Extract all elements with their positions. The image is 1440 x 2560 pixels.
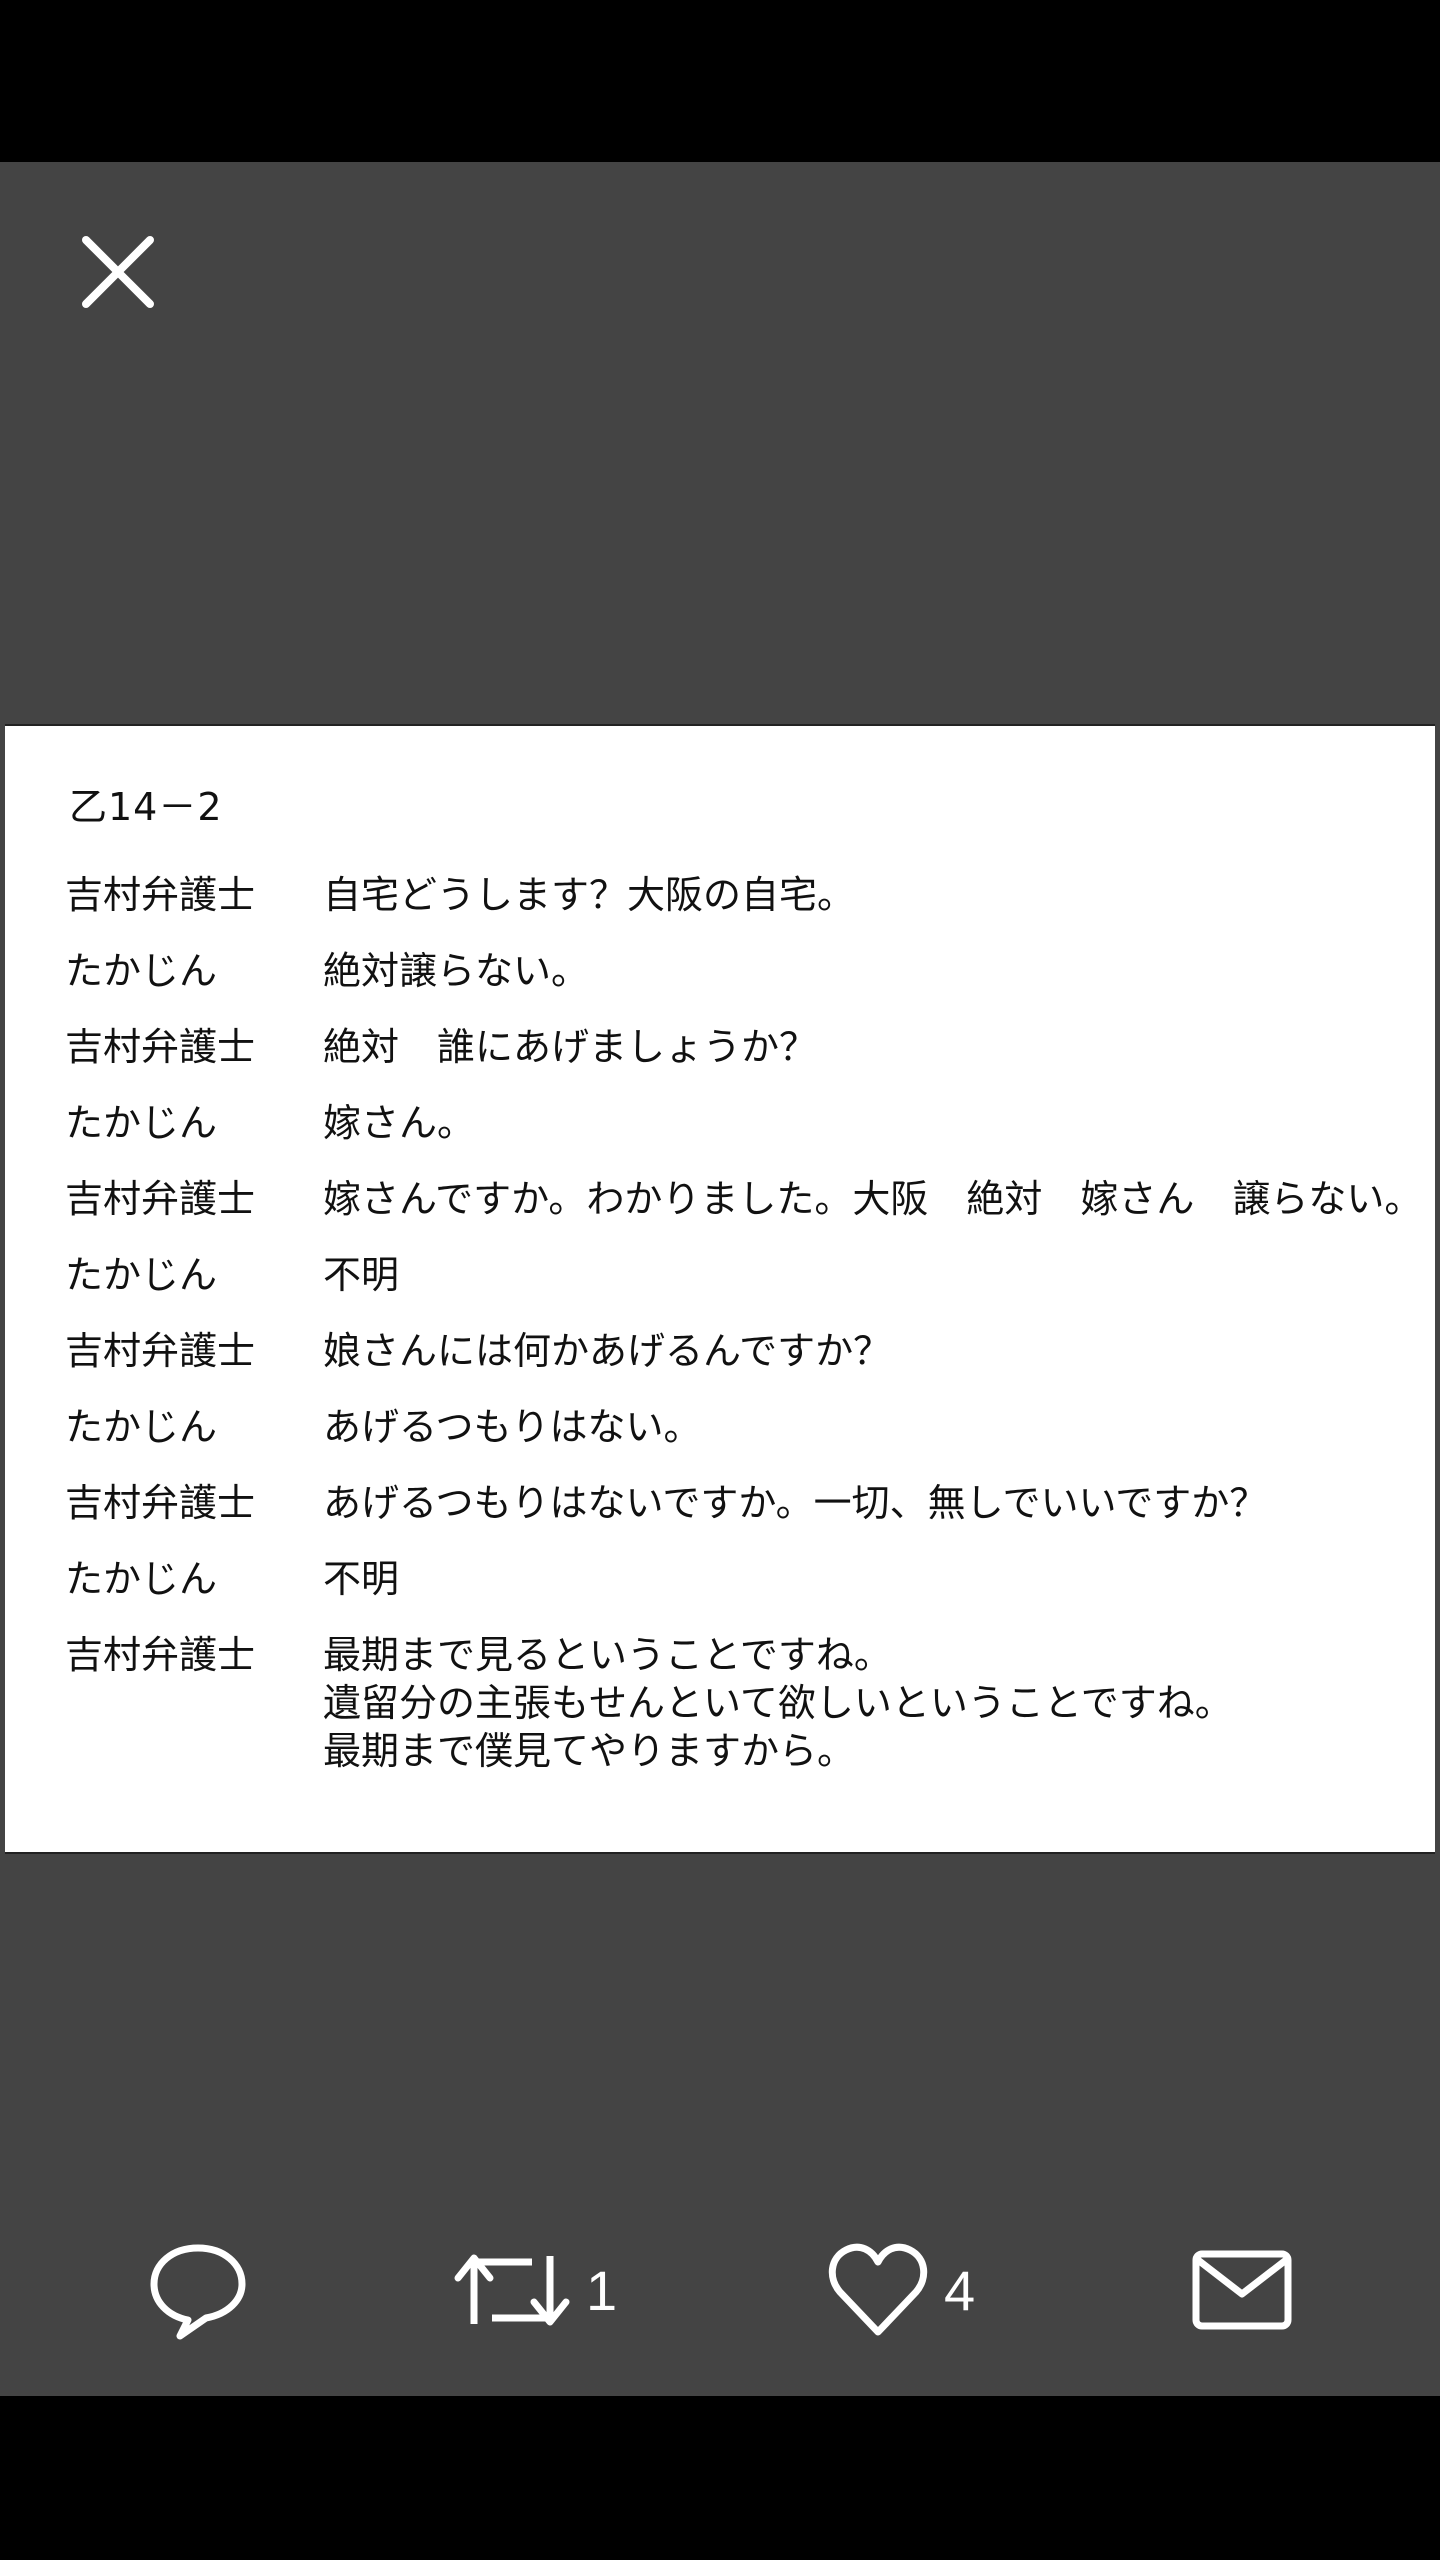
- transcript-row: たかじん 不明: [65, 1555, 1405, 1603]
- utterance: 不明: [323, 1555, 399, 1603]
- speaker-name: 吉村弁護士: [65, 1633, 256, 1677]
- like-button[interactable]: 4: [826, 2240, 975, 2340]
- navigation-bar: [0, 2396, 1440, 2560]
- speaker-name: 吉村弁護士: [65, 1329, 256, 1373]
- like-count: 4: [944, 2258, 976, 2322]
- speaker-name: たかじん: [65, 949, 218, 993]
- status-bar: [0, 0, 1440, 162]
- utterance-line: 最期まで見るということですね。: [323, 1633, 892, 1677]
- retweet-count: 1: [586, 2258, 618, 2322]
- utterance-line: 遺留分の主張もせんといて欲しいということですね。: [323, 1681, 1233, 1725]
- heart-icon: [828, 2243, 928, 2336]
- retweet-button[interactable]: 1: [452, 2240, 617, 2340]
- speaker-name: たかじん: [65, 1405, 218, 1449]
- utterance-line: 不明: [323, 1557, 400, 1601]
- transcript-row: たかじん 嫁さん。: [65, 1099, 1405, 1147]
- speaker-name: たかじん: [65, 1101, 218, 1145]
- utterance: 娘さんには何かあげるんですか？: [323, 1327, 891, 1375]
- close-button[interactable]: [68, 222, 168, 322]
- transcript-row: 吉村弁護士 絶対 誰にあげましょうか？: [65, 1023, 1405, 1071]
- action-bar: 1 4: [0, 2240, 1440, 2340]
- message-button[interactable]: [1190, 2240, 1308, 2340]
- utterance: 絶対譲らない。: [323, 947, 589, 995]
- utterance-line: 不明: [323, 1253, 400, 1297]
- document-title: 乙14－2: [69, 785, 223, 829]
- speaker-name: 吉村弁護士: [65, 1025, 256, 1069]
- transcript-row: 吉村弁護士 嫁さんですか。わかりました。大阪 絶対 嫁さん 譲らない。: [65, 1175, 1422, 1223]
- utterance-line: 絶対 誰にあげましょうか？: [323, 1025, 818, 1069]
- utterance: 絶対 誰にあげましょうか？: [323, 1023, 817, 1071]
- mail-icon: [1192, 2250, 1292, 2330]
- speaker-name: 吉村弁護士: [65, 1177, 256, 1221]
- speaker-name: たかじん: [65, 1557, 218, 1601]
- utterance-line: 絶対譲らない。: [323, 949, 590, 993]
- speaker-name: 吉村弁護士: [65, 1481, 256, 1525]
- transcript-row: たかじん あげるつもりはない。: [65, 1403, 1405, 1451]
- transcript-row: たかじん 不明: [65, 1251, 1405, 1299]
- utterance: 嫁さんですか。わかりました。大阪 絶対 嫁さん 譲らない。: [323, 1175, 1422, 1223]
- utterance-line: 自宅どうします？大阪の自宅。: [323, 873, 856, 917]
- utterance: 不明: [323, 1251, 399, 1299]
- speaker-name: たかじん: [65, 1253, 218, 1297]
- utterance: 嫁さん。: [323, 1099, 475, 1147]
- utterance-line: 嫁さん。: [323, 1101, 476, 1145]
- document-image[interactable]: 乙14－2 吉村弁護士 自宅どうします？大阪の自宅。 たかじん 絶対譲らない。 吉村弁護…: [5, 724, 1435, 1854]
- utterance-line: 嫁さんですか。わかりました。大阪 絶対 嫁さん 譲らない。: [323, 1177, 1423, 1221]
- reply-icon: [150, 2244, 246, 2340]
- utterance-line: 最期まで僕見てやりますから。: [323, 1729, 856, 1773]
- transcript: 吉村弁護士 自宅どうします？大阪の自宅。 たかじん 絶対譲らない。 吉村弁護士 絶対 誰に…: [65, 871, 1422, 1803]
- utterance: あげるつもりはない。: [323, 1403, 701, 1451]
- utterance: 最期まで見るということですね。 遺留分の主張もせんといて欲しいということですね。最…: [323, 1631, 1233, 1775]
- utterance-line: あげるつもりはない。: [323, 1405, 702, 1449]
- reply-button[interactable]: [146, 2240, 264, 2340]
- close-icon: [82, 236, 154, 308]
- transcript-row: たかじん 絶対譲らない。: [65, 947, 1405, 995]
- transcript-row: 吉村弁護士 最期まで見るということですね。 遺留分の主張もせんといて欲しいということ…: [65, 1631, 1405, 1775]
- utterance-line: 娘さんには何かあげるんですか？: [323, 1329, 892, 1373]
- utterance: あげるつもりはないですか。一切、無しでいいですか？: [323, 1479, 1267, 1527]
- retweet-icon: [454, 2254, 570, 2326]
- transcript-row: 吉村弁護士 娘さんには何かあげるんですか？: [65, 1327, 1405, 1375]
- utterance: 自宅どうします？大阪の自宅。: [323, 871, 855, 919]
- speaker-name: 吉村弁護士: [65, 873, 256, 917]
- utterance-line: あげるつもりはないですか。一切、無しでいいですか？: [323, 1481, 1268, 1525]
- transcript-row: 吉村弁護士 自宅どうします？大阪の自宅。: [65, 871, 1405, 919]
- transcript-row: 吉村弁護士 あげるつもりはないですか。一切、無しでいいですか？: [65, 1479, 1405, 1527]
